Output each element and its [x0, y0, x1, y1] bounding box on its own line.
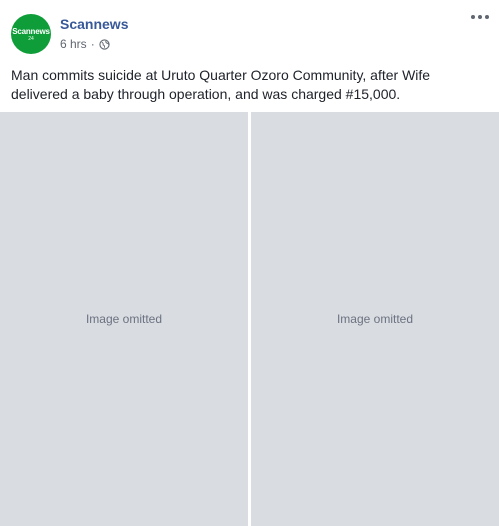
more-options-icon[interactable] — [471, 12, 489, 22]
facebook-post: Scannews 24 Scannews 6 hrs · Man commits… — [0, 0, 499, 526]
photo-placeholder: Image omitted — [336, 312, 414, 326]
options-dot — [478, 15, 482, 19]
photo-placeholder: Image omitted — [85, 312, 163, 326]
post-meta: 6 hrs · — [60, 37, 110, 51]
page-avatar[interactable]: Scannews 24 — [11, 14, 51, 54]
options-dot — [485, 15, 489, 19]
avatar-logo-sub: 24 — [28, 35, 34, 42]
post-caption: Man commits suicide at Uruto Quarter Ozo… — [11, 67, 431, 102]
options-dot — [471, 15, 475, 19]
avatar-logo-text: Scannews — [12, 26, 50, 36]
post-header: Scannews 24 Scannews 6 hrs · — [0, 0, 499, 62]
page-name-link[interactable]: Scannews — [60, 16, 128, 32]
post-photo[interactable]: Image omitted — [0, 112, 248, 526]
globe-icon — [99, 38, 110, 50]
meta-separator: · — [90, 37, 95, 51]
post-photo[interactable]: Image omitted — [251, 112, 499, 526]
photo-grid: Image omitted Image omitted — [0, 112, 499, 526]
post-timestamp[interactable]: 6 hrs — [60, 37, 87, 51]
